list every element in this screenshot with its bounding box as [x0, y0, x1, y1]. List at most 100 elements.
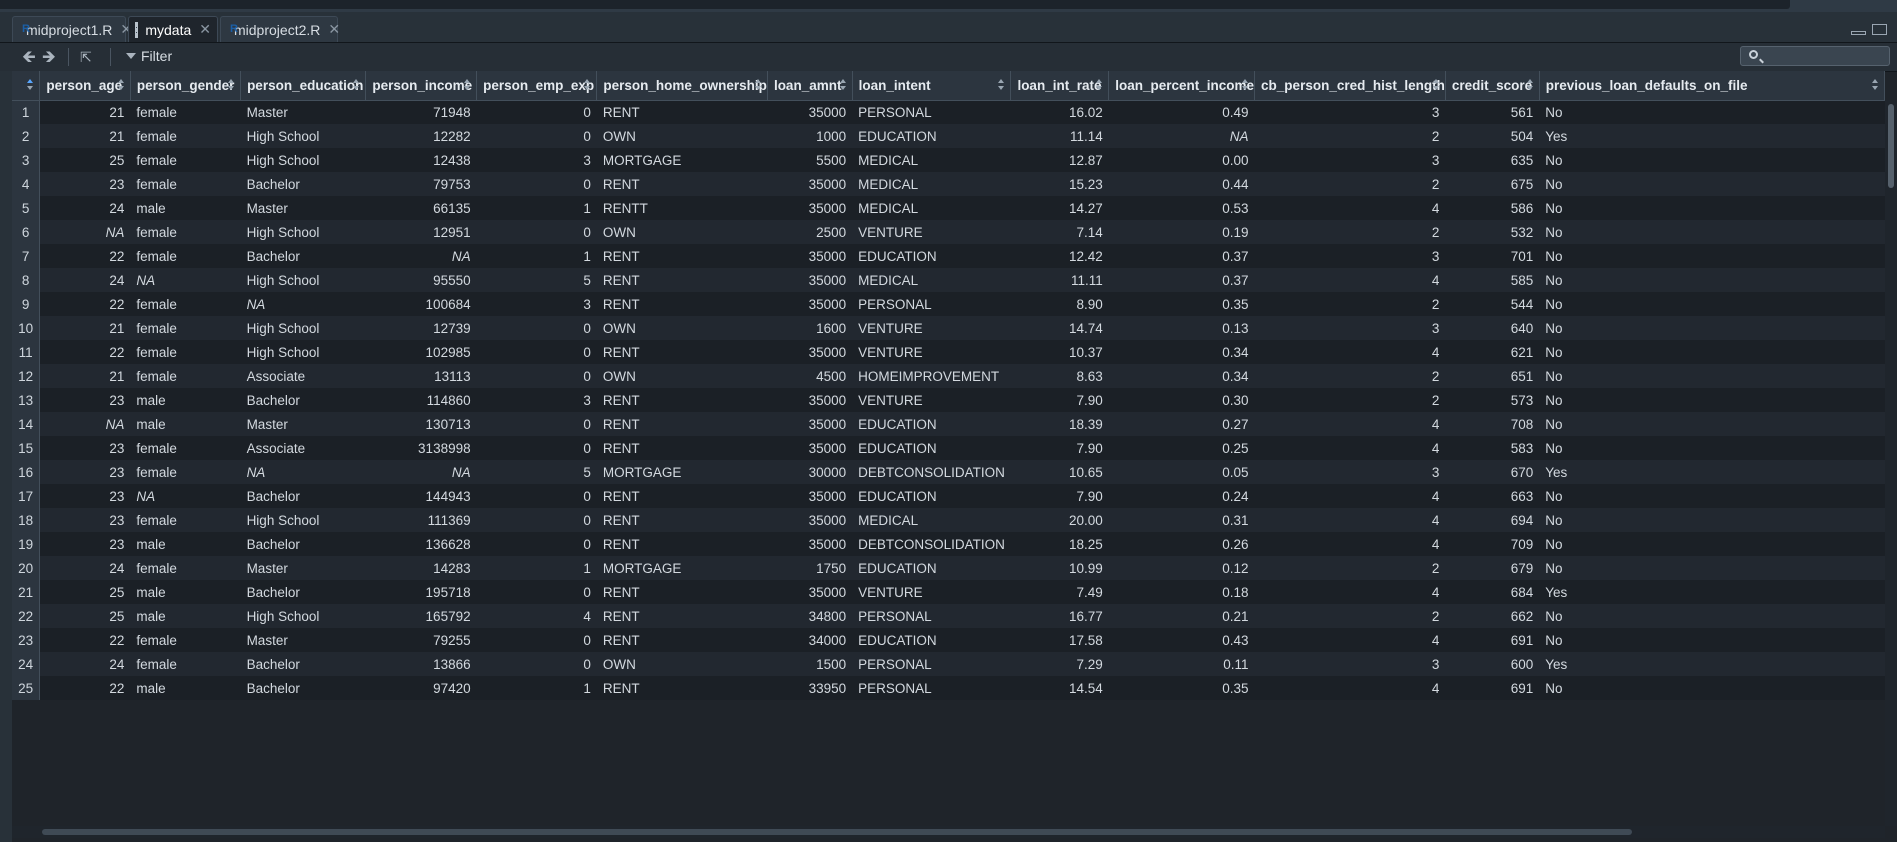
column-header-label: credit_score: [1451, 77, 1533, 93]
table-cell: 7.90: [1010, 436, 1109, 460]
column-header-person-age[interactable]: person_age: [39, 71, 131, 101]
table-cell: 165792: [365, 604, 477, 628]
table-cell: EDUCATION: [852, 124, 1011, 148]
column-header-loan-int-rate[interactable]: loan_int_rate: [1010, 71, 1110, 101]
table-cell: 4: [1254, 676, 1446, 700]
table-cell: PERSONAL: [852, 652, 1011, 676]
table-cell: 35000: [767, 508, 853, 532]
scrollbar-thumb[interactable]: [42, 829, 1632, 835]
column-header-label: loan_intent: [858, 77, 931, 93]
table-cell: 22: [39, 292, 131, 316]
row-number-header[interactable]: [12, 71, 41, 101]
table-cell: OWN: [596, 316, 768, 340]
table-cell: OWN: [596, 364, 768, 388]
sort-icon: [1432, 79, 1439, 91]
table-cell: 0.24: [1108, 484, 1255, 508]
table-cell: 23: [39, 532, 131, 556]
column-header-label: person_education: [247, 77, 364, 93]
table-cell: VENTURE: [852, 580, 1011, 604]
table-cell: MORTGAGE: [596, 556, 768, 580]
table-cell: PERSONAL: [852, 100, 1011, 124]
table-cell: High School: [240, 604, 366, 628]
column-header-loan-percent-income[interactable]: loan_percent_income: [1108, 71, 1256, 101]
table-row: 2 21 female High School 12282 0 OWN 1000 EDUCATI…: [12, 124, 1885, 148]
column-header-credit-score[interactable]: credit_score: [1445, 71, 1540, 101]
table-cell: 3: [1254, 316, 1446, 340]
table-cell: 573: [1445, 388, 1540, 412]
tab-midproject1[interactable]: midproject1.R ✕: [12, 16, 132, 42]
table-cell: PERSONAL: [852, 676, 1011, 700]
table-cell: 0: [476, 100, 597, 124]
show-in-window-icon[interactable]: ⇱: [80, 48, 92, 66]
table-row: 18 23 female High School 111369 0 RENT 35000 MED…: [12, 508, 1885, 532]
column-header-loan-amnt[interactable]: loan_amnt: [767, 71, 853, 101]
table-cell: NA: [240, 292, 366, 316]
tab-mydata[interactable]: mydata ✕: [128, 16, 218, 42]
table-cell: 11.11: [1010, 268, 1109, 292]
table-cell: Master: [240, 196, 366, 220]
left-gutter: [0, 71, 12, 842]
column-header-person-gender[interactable]: person_gender: [130, 71, 242, 101]
toolbar-divider: [68, 48, 69, 66]
table-cell: 5: [476, 460, 597, 484]
table-cell: 130713: [365, 412, 477, 436]
table-cell: female: [130, 508, 241, 532]
table-cell: 25: [39, 580, 131, 604]
table-cell: 0.18: [1108, 580, 1255, 604]
table-cell: 0.21: [1108, 604, 1255, 628]
tab-midproject2[interactable]: midproject2.R ✕: [220, 16, 340, 42]
row-number: 10: [12, 316, 41, 340]
table-cell: 15.23: [1010, 172, 1109, 196]
table-cell: 14.27: [1010, 196, 1109, 220]
table-cell: 24: [39, 652, 131, 676]
column-header-person-emp-exp[interactable]: person_emp_exp: [476, 71, 598, 101]
row-number: 8: [12, 268, 41, 292]
table-cell: 586: [1445, 196, 1540, 220]
table-cell: 544: [1445, 292, 1540, 316]
minimize-pane-icon[interactable]: [1851, 31, 1866, 35]
row-number: 22: [12, 604, 41, 628]
column-header-person-home-ownership[interactable]: person_home_ownership: [596, 71, 768, 101]
back-arrow-icon[interactable]: 🡸: [22, 48, 36, 66]
row-number: 23: [12, 628, 41, 652]
close-icon[interactable]: ✕: [328, 21, 340, 38]
table-cell: 0.11: [1108, 652, 1255, 676]
table-cell: 701: [1445, 244, 1540, 268]
table-cell: 4: [1254, 628, 1446, 652]
table-cell: No: [1539, 628, 1885, 652]
sort-icon: [839, 79, 846, 91]
data-viewer-toolbar: 🡸 🡺 ⇱ Filter: [0, 43, 1897, 72]
table-cell: VENTURE: [852, 316, 1011, 340]
column-header-person-education[interactable]: person_education: [240, 71, 367, 101]
search-input[interactable]: [1740, 46, 1890, 66]
row-number: 5: [12, 196, 41, 220]
sort-icon: [998, 79, 1005, 91]
table-cell: 4: [1254, 268, 1446, 292]
data-table-grid: person_age person_gender person_education p…: [12, 71, 1885, 700]
filter-button[interactable]: Filter: [126, 48, 172, 64]
column-header-cb-person-cred-hist-length[interactable]: cb_person_cred_hist_length: [1254, 71, 1446, 101]
table-cell: 136628: [365, 532, 477, 556]
table-cell: VENTURE: [852, 388, 1011, 412]
maximize-pane-icon[interactable]: [1872, 24, 1887, 35]
vertical-scrollbar[interactable]: [1885, 100, 1897, 826]
column-header-loan-intent[interactable]: loan_intent: [852, 71, 1012, 101]
forward-arrow-icon[interactable]: 🡺: [42, 48, 56, 66]
table-cell: 35000: [767, 196, 853, 220]
table-cell: 21: [39, 316, 131, 340]
table-cell: 13866: [365, 652, 477, 676]
table-cell: male: [130, 196, 241, 220]
table-cell: 25: [39, 604, 131, 628]
column-header-previous-loan-defaults-on-file[interactable]: previous_loan_defaults_on_file: [1539, 71, 1885, 101]
table-cell: 583: [1445, 436, 1540, 460]
table-cell: 0: [476, 316, 597, 340]
table-row: 6 NA female High School 12951 0 OWN 2500 VENTURE…: [12, 220, 1885, 244]
table-cell: EDUCATION: [852, 628, 1011, 652]
table-cell: NA: [39, 412, 131, 436]
column-header-person-income[interactable]: person_income: [365, 71, 478, 101]
horizontal-scrollbar[interactable]: [12, 826, 1885, 838]
table-cell: 0: [476, 220, 597, 244]
close-icon[interactable]: ✕: [199, 21, 211, 38]
table-cell: female: [130, 556, 241, 580]
scrollbar-thumb[interactable]: [1888, 104, 1894, 188]
